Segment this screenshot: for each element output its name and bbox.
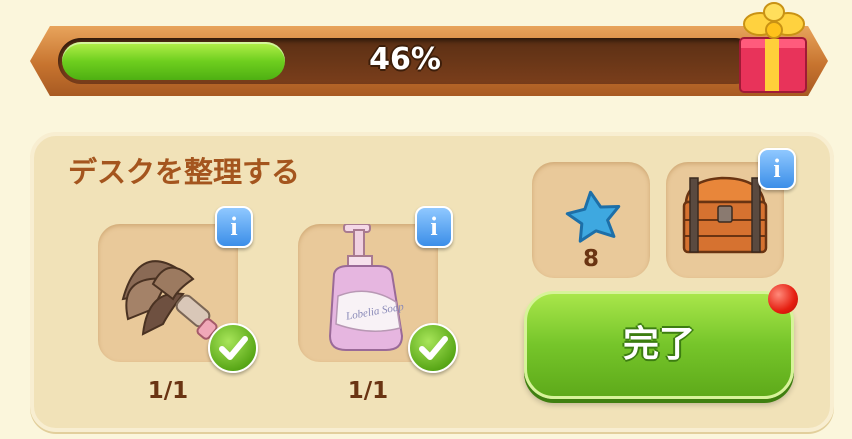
duster-count: 1/1 <box>147 378 189 404</box>
star-amount: 8 <box>582 246 599 272</box>
chest-info-button[interactable]: i <box>758 148 796 190</box>
duster-check-icon <box>208 323 258 373</box>
complete-button[interactable]: 完了 <box>524 291 794 399</box>
gift-box-icon[interactable] <box>734 2 814 96</box>
soap-check-icon <box>408 323 458 373</box>
progress-percent-label: 46% <box>369 42 441 77</box>
reward-slot-star[interactable]: 8 <box>532 162 650 278</box>
duster-info-button[interactable]: i <box>215 206 253 248</box>
notification-dot-icon <box>768 284 798 314</box>
complete-button-label: 完了 <box>622 324 695 365</box>
progress-bar-fill <box>62 42 285 80</box>
soap-info-button[interactable]: i <box>415 206 453 248</box>
task-title: デスクを整理する <box>68 155 301 189</box>
soap-count: 1/1 <box>347 378 389 404</box>
